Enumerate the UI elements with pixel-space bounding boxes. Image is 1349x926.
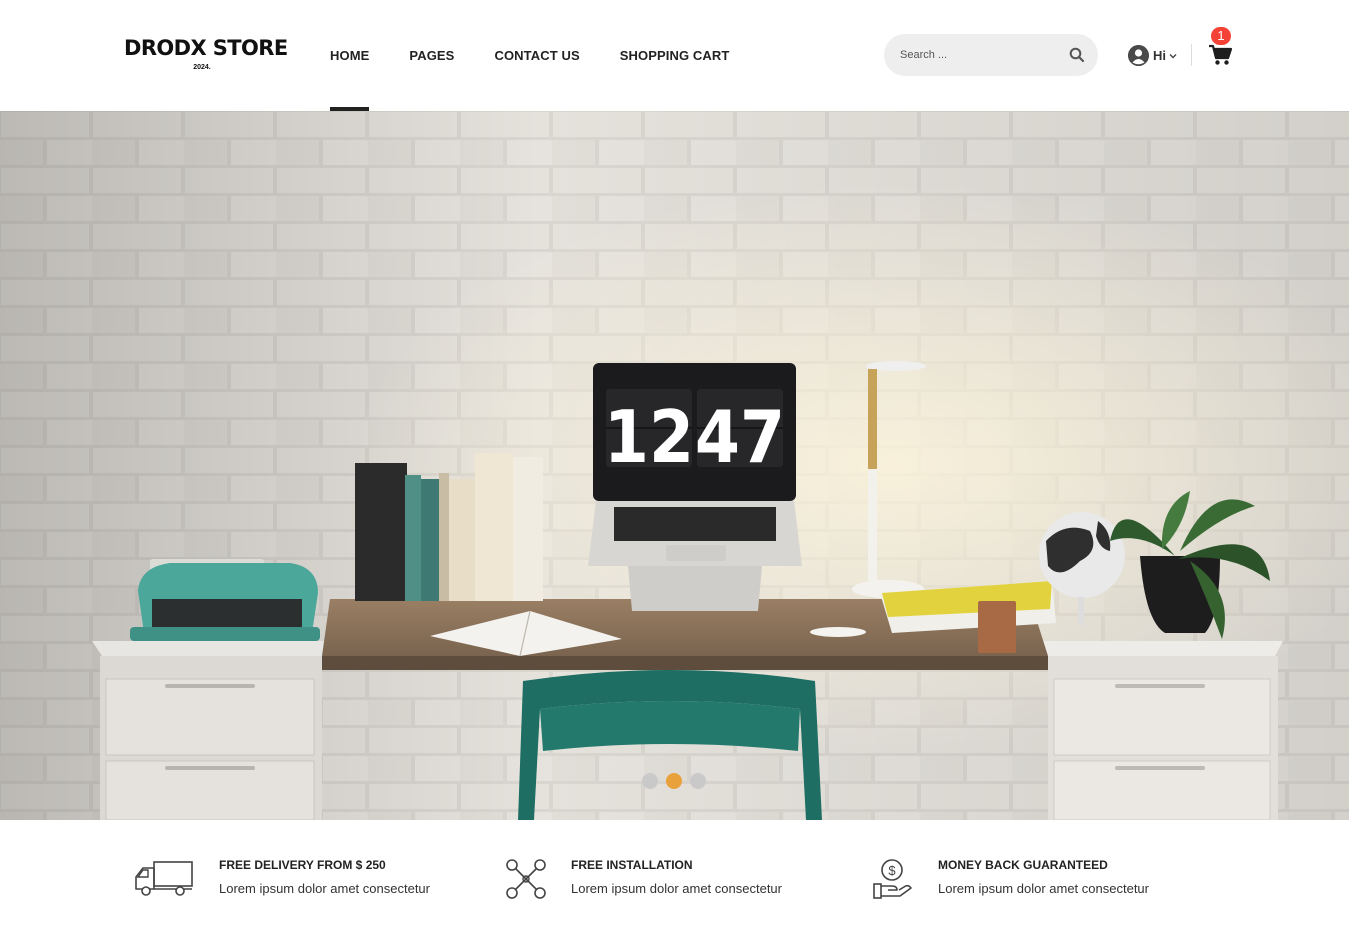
header-divider: [1191, 44, 1192, 66]
slider-dot-3[interactable]: [690, 773, 706, 789]
user-menu[interactable]: Hi: [1128, 45, 1177, 66]
user-greeting: Hi: [1153, 48, 1166, 63]
slider-dot-2[interactable]: [666, 773, 682, 789]
hero-image: 12 47 PM: [0, 111, 1349, 820]
feature-title: FREE INSTALLATION: [571, 858, 693, 872]
nav-item-label: SHOPPING CART: [619, 48, 730, 63]
nav-item-label: CONTACT US: [494, 48, 580, 63]
nav-item-contact-us[interactable]: CONTACT US: [494, 0, 579, 111]
delivery-truck-icon: [135, 861, 193, 896]
clock-hours: 12: [604, 395, 694, 479]
search-icon[interactable]: [1068, 46, 1086, 64]
search-input[interactable]: [900, 34, 1070, 76]
feature-description: Lorem ipsum dolor amet consectetur: [571, 881, 782, 896]
chevron-down-icon: [1169, 53, 1177, 58]
search-box: [884, 34, 1098, 76]
brand-title: DRODX STORE: [124, 36, 288, 60]
nav-item-label: HOME: [330, 48, 370, 63]
feature-title: MONEY BACK GUARANTEED: [938, 858, 1108, 872]
user-avatar-icon: [1128, 45, 1149, 66]
wrench-tools-icon: [506, 859, 546, 899]
cart-icon[interactable]: [1208, 44, 1232, 66]
brand-logo[interactable]: DRODX STORE 2024.: [124, 36, 288, 72]
nav-item-home[interactable]: HOME: [330, 0, 370, 111]
nav-item-label: PAGES: [409, 48, 455, 63]
hero-slider: 12 47 PM: [0, 111, 1349, 820]
slider-dot-1[interactable]: [642, 773, 658, 789]
main-nav: HOME PAGES CONTACT US SHOPPING CART: [330, 0, 769, 111]
feature-money-back: $ MONEY BACK GUARANTEED Lorem ipsum dolo…: [872, 856, 1172, 906]
site-header: DRODX STORE 2024. HOME PAGES CONTACT US …: [0, 0, 1349, 111]
features-bar: FREE DELIVERY FROM $ 250 Lorem ipsum dol…: [0, 820, 1349, 926]
feature-description: Lorem ipsum dolor amet consectetur: [219, 881, 430, 896]
cart-count-badge: 1: [1211, 27, 1231, 45]
feature-title: FREE DELIVERY FROM $ 250: [219, 858, 386, 872]
clock-minutes: 47: [695, 395, 785, 479]
nav-item-pages[interactable]: PAGES: [409, 0, 454, 111]
feature-free-installation: FREE INSTALLATION Lorem ipsum dolor amet…: [504, 856, 814, 906]
nav-item-shopping-cart[interactable]: SHOPPING CART: [620, 0, 730, 111]
feature-free-delivery: FREE DELIVERY FROM $ 250 Lorem ipsum dol…: [134, 856, 464, 906]
money-hand-icon: $: [873, 859, 912, 899]
slider-pagination: [642, 773, 706, 789]
svg-text:$: $: [888, 863, 896, 878]
brand-subtitle: 2024.: [193, 64, 211, 71]
clock-period: PM: [613, 456, 625, 464]
feature-description: Lorem ipsum dolor amet consectetur: [938, 881, 1149, 896]
